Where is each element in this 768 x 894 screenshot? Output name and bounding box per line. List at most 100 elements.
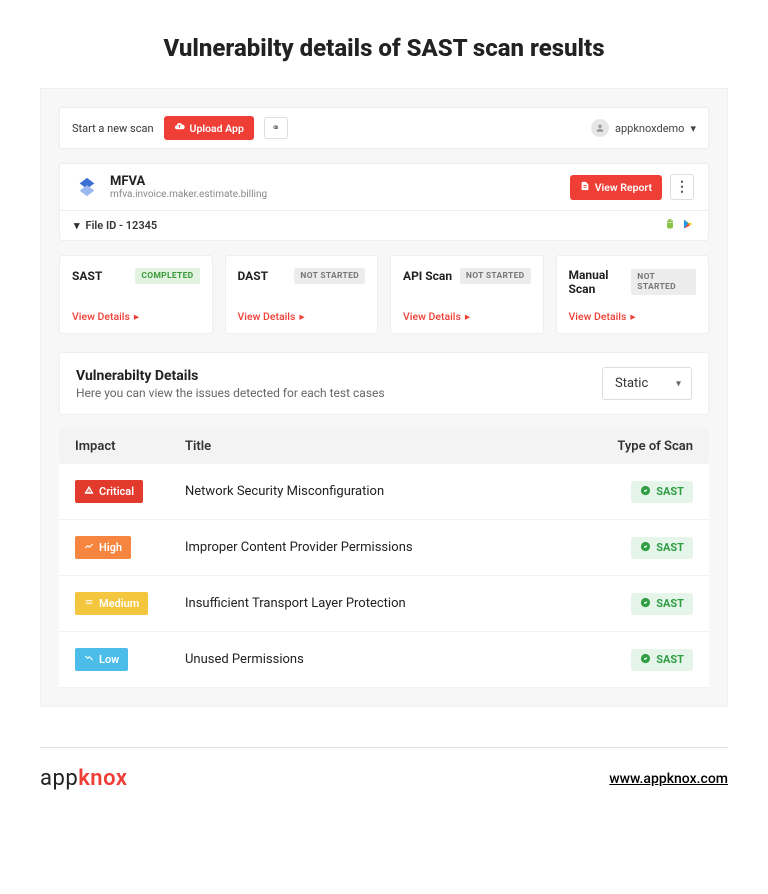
scan-type-badge: SAST xyxy=(631,593,693,615)
vulnerability-details-title: Vulnerabilty Details xyxy=(76,368,385,384)
check-circle-icon xyxy=(640,653,651,667)
scan-name: DAST xyxy=(238,269,269,283)
check-circle-icon xyxy=(640,485,651,499)
header-type: Type of Scan xyxy=(583,439,693,454)
scan-card: Manual Scan NOT STARTED View Details ▸ xyxy=(556,255,710,334)
view-details-label: View Details xyxy=(403,310,461,323)
vulnerability-title: Insufficient Transport Layer Protection xyxy=(185,596,583,611)
caret-down-icon: ▾ xyxy=(676,378,681,389)
link-button[interactable]: ⚭ xyxy=(264,117,288,139)
table-header: Impact Title Type of Scan xyxy=(59,429,709,464)
scan-type-badge: SAST xyxy=(631,649,693,671)
app-package: mfva.invoice.maker.estimate.billing xyxy=(110,189,267,200)
platform-icons xyxy=(664,218,694,233)
appknox-logo: appknox xyxy=(40,766,127,791)
scan-name: Manual Scan xyxy=(569,268,632,296)
file-id-label: File ID - 12345 xyxy=(86,219,158,232)
status-badge: NOT STARTED xyxy=(631,269,696,295)
vulnerability-title: Unused Permissions xyxy=(185,652,583,667)
severity-icon xyxy=(84,597,94,610)
app-icon xyxy=(74,174,100,200)
app-name: MFVA xyxy=(110,174,267,189)
user-name: appknoxdemo xyxy=(615,122,684,135)
table-row[interactable]: Critical Network Security Misconfigurati… xyxy=(59,464,709,520)
caret-down-icon: ▾ xyxy=(690,122,696,135)
table-body: Critical Network Security Misconfigurati… xyxy=(59,464,709,688)
scan-type-badge: SAST xyxy=(631,537,693,559)
vulnerability-details-header: Vulnerabilty Details Here you can view t… xyxy=(59,352,709,415)
app-card: MFVA mfva.invoice.maker.estimate.billing… xyxy=(59,163,709,241)
scan-type-label: SAST xyxy=(656,485,684,498)
user-avatar-icon xyxy=(591,119,609,137)
vulnerability-table: Impact Title Type of Scan Critical Netwo… xyxy=(59,429,709,688)
vulnerability-details-subtitle: Here you can view the issues detected fo… xyxy=(76,386,385,400)
view-details-link[interactable]: View Details ▸ xyxy=(238,310,366,323)
top-bar: Start a new scan Upload App ⚭ appknoxdem… xyxy=(59,107,709,149)
logo-app: app xyxy=(40,766,78,791)
impact-label: Critical xyxy=(99,485,134,498)
table-row[interactable]: High Improper Content Provider Permissio… xyxy=(59,520,709,576)
scan-card: API Scan NOT STARTED View Details ▸ xyxy=(390,255,544,334)
view-details-label: View Details xyxy=(238,310,296,323)
chevron-right-icon: ▸ xyxy=(465,310,470,323)
header-impact: Impact xyxy=(75,439,185,454)
view-details-link[interactable]: View Details ▸ xyxy=(403,310,531,323)
scan-card: SAST COMPLETED View Details ▸ xyxy=(59,255,213,334)
chevron-right-icon: ▸ xyxy=(630,310,635,323)
upload-app-button[interactable]: Upload App xyxy=(164,116,254,140)
scan-type-label: SAST xyxy=(656,653,684,666)
kebab-icon: ⋮ xyxy=(675,179,689,195)
scan-name: API Scan xyxy=(403,269,452,283)
view-details-label: View Details xyxy=(569,310,627,323)
chevron-right-icon: ▸ xyxy=(299,310,304,323)
impact-label: High xyxy=(99,541,122,554)
severity-icon xyxy=(84,653,94,666)
impact-badge-medium: Medium xyxy=(75,592,148,615)
app-info: MFVA mfva.invoice.maker.estimate.billing xyxy=(74,174,267,200)
status-badge: COMPLETED xyxy=(135,268,199,284)
scan-type-badge: SAST xyxy=(631,481,693,503)
view-report-label: View Report xyxy=(595,181,652,194)
file-id[interactable]: ▾ File ID - 12345 xyxy=(74,219,157,232)
chevron-right-icon: ▸ xyxy=(134,310,139,323)
scan-card: DAST NOT STARTED View Details ▸ xyxy=(225,255,379,334)
table-row[interactable]: Low Unused Permissions SAST xyxy=(59,632,709,688)
user-menu[interactable]: appknoxdemo ▾ xyxy=(591,119,696,137)
check-circle-icon xyxy=(640,597,651,611)
more-menu-button[interactable]: ⋮ xyxy=(670,174,694,200)
upload-app-label: Upload App xyxy=(190,122,244,135)
header-title: Title xyxy=(185,439,583,454)
scan-type-filter[interactable]: Static ▾ xyxy=(602,367,692,400)
dashboard: Start a new scan Upload App ⚭ appknoxdem… xyxy=(40,88,728,707)
logo-knox: knox xyxy=(78,766,127,791)
scan-name: SAST xyxy=(72,269,102,283)
scan-cards-row: SAST COMPLETED View Details ▸ DAST NOT S… xyxy=(59,255,709,334)
view-details-link[interactable]: View Details ▸ xyxy=(72,310,200,323)
app-actions: View Report ⋮ xyxy=(570,174,694,200)
status-badge: NOT STARTED xyxy=(294,268,365,284)
view-details-link[interactable]: View Details ▸ xyxy=(569,310,697,323)
impact-badge-high: High xyxy=(75,536,131,559)
page-title: Vulnerabilty details of SAST scan result… xyxy=(0,0,768,88)
cloud-upload-icon xyxy=(174,121,185,135)
severity-icon xyxy=(84,485,94,498)
footer: appknox www.appknox.com xyxy=(40,747,728,791)
app-header: MFVA mfva.invoice.maker.estimate.billing… xyxy=(60,164,708,210)
severity-icon xyxy=(84,541,94,554)
table-row[interactable]: Medium Insufficient Transport Layer Prot… xyxy=(59,576,709,632)
document-icon xyxy=(580,181,590,194)
file-bar: ▾ File ID - 12345 xyxy=(60,210,708,240)
footer-url[interactable]: www.appknox.com xyxy=(609,771,728,787)
link-icon: ⚭ xyxy=(272,123,280,134)
impact-label: Medium xyxy=(99,597,139,610)
view-details-label: View Details xyxy=(72,310,130,323)
play-store-icon xyxy=(682,218,694,233)
impact-badge-critical: Critical xyxy=(75,480,143,503)
check-circle-icon xyxy=(640,541,651,555)
impact-badge-low: Low xyxy=(75,648,128,671)
caret-down-icon: ▾ xyxy=(74,219,80,232)
scan-type-label: SAST xyxy=(656,541,684,554)
start-scan-label: Start a new scan xyxy=(72,122,154,135)
view-report-button[interactable]: View Report xyxy=(570,175,662,200)
status-badge: NOT STARTED xyxy=(460,268,531,284)
